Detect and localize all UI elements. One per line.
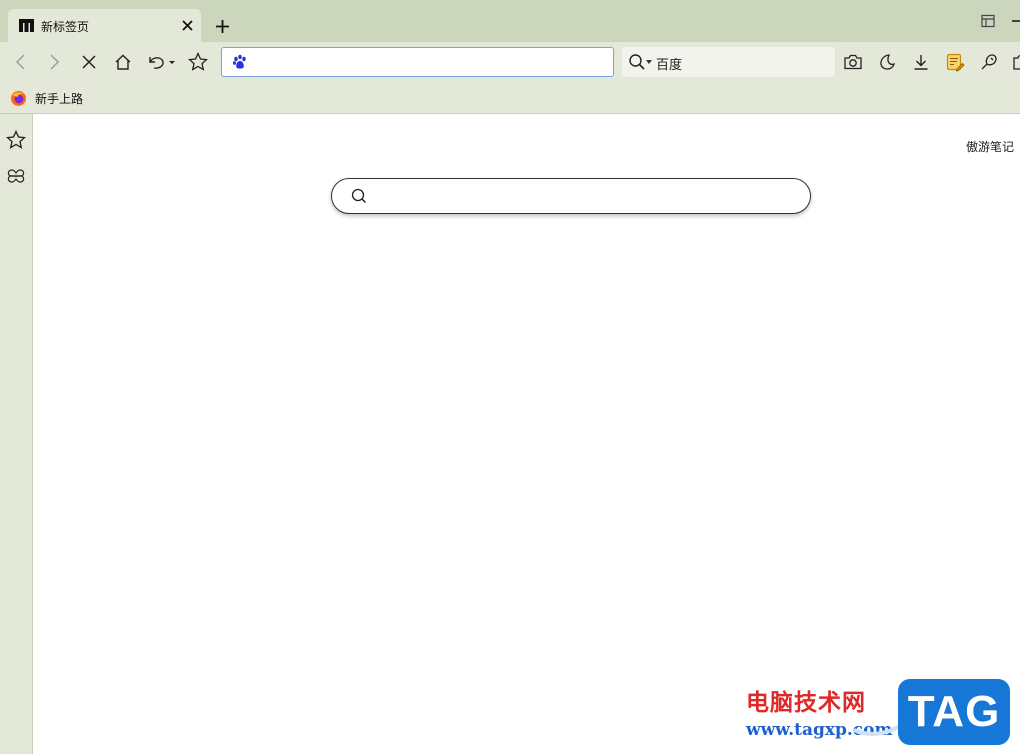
undo-icon (149, 57, 175, 69)
star-icon (188, 52, 208, 71)
sidebar (0, 114, 33, 754)
favorite-button[interactable] (186, 50, 210, 74)
search-engine-label: 百度 (656, 58, 683, 73)
forward-button[interactable] (42, 50, 66, 74)
bookmarks-bar: 新手上路 (0, 82, 1020, 114)
maxthon-logo-icon (19, 19, 34, 32)
chevron-left-icon (15, 54, 25, 70)
firefox-icon (11, 90, 26, 106)
home-icon (115, 54, 131, 70)
tab-new-tab[interactable]: 新标签页 (8, 9, 201, 42)
undo-close-tab-button[interactable] (145, 50, 177, 74)
assistant-button[interactable] (977, 50, 1001, 74)
page-search-input[interactable] (378, 185, 793, 207)
address-input[interactable] (254, 51, 604, 73)
plus-icon (215, 19, 229, 33)
stop-button[interactable] (77, 50, 101, 74)
page-search-box[interactable] (331, 178, 811, 214)
search-icon (629, 54, 645, 70)
tab-title: 新标签页 (41, 20, 90, 34)
puzzle-icon (1013, 55, 1020, 70)
search-icon (351, 188, 367, 204)
chevron-right-icon (50, 54, 60, 70)
window-minimize-button[interactable] (1012, 20, 1020, 22)
camera-icon (844, 54, 862, 70)
ribbon-knot-icon (7, 169, 25, 183)
address-bar[interactable] (221, 47, 614, 77)
close-icon (82, 55, 96, 69)
navigation-toolbar: 百度 (0, 42, 1020, 82)
tab-close-button[interactable] (177, 15, 197, 35)
close-icon (181, 19, 193, 31)
engine-dropdown-caret-icon[interactable] (646, 60, 652, 64)
baidu-paw-icon (233, 54, 246, 69)
bookmark-label: 新手上路 (35, 91, 84, 106)
back-button[interactable] (9, 50, 33, 74)
window-layout-button[interactable] (980, 13, 996, 29)
moon-icon (880, 54, 895, 70)
screenshot-button[interactable] (841, 50, 865, 74)
night-mode-button[interactable] (875, 50, 899, 74)
extensions-button[interactable] (1008, 50, 1020, 74)
sidebar-favorites-button[interactable] (4, 128, 28, 152)
notes-button[interactable] (943, 50, 967, 74)
home-button[interactable] (111, 50, 135, 74)
bookmark-item[interactable]: 新手上路 (10, 87, 83, 109)
star-icon (6, 130, 26, 149)
download-icon (914, 55, 928, 70)
tab-strip: 新标签页 (0, 0, 1020, 42)
watermark-tag-text: TAG (907, 687, 1001, 736)
maxthon-notes-link[interactable]: 傲游笔记 (966, 138, 1014, 155)
search-engine-box[interactable]: 百度 (622, 47, 835, 77)
sidebar-tools-button[interactable] (4, 164, 28, 188)
new-tab-button[interactable] (211, 15, 233, 37)
download-button[interactable] (909, 50, 933, 74)
watermark-site-name: 电脑技术网 (746, 690, 866, 716)
new-tab-page: 傲游笔记 (33, 115, 1020, 754)
sparkle-icon (981, 54, 997, 70)
watermark-tag-badge: TAG (898, 679, 1010, 745)
note-icon (946, 53, 965, 72)
